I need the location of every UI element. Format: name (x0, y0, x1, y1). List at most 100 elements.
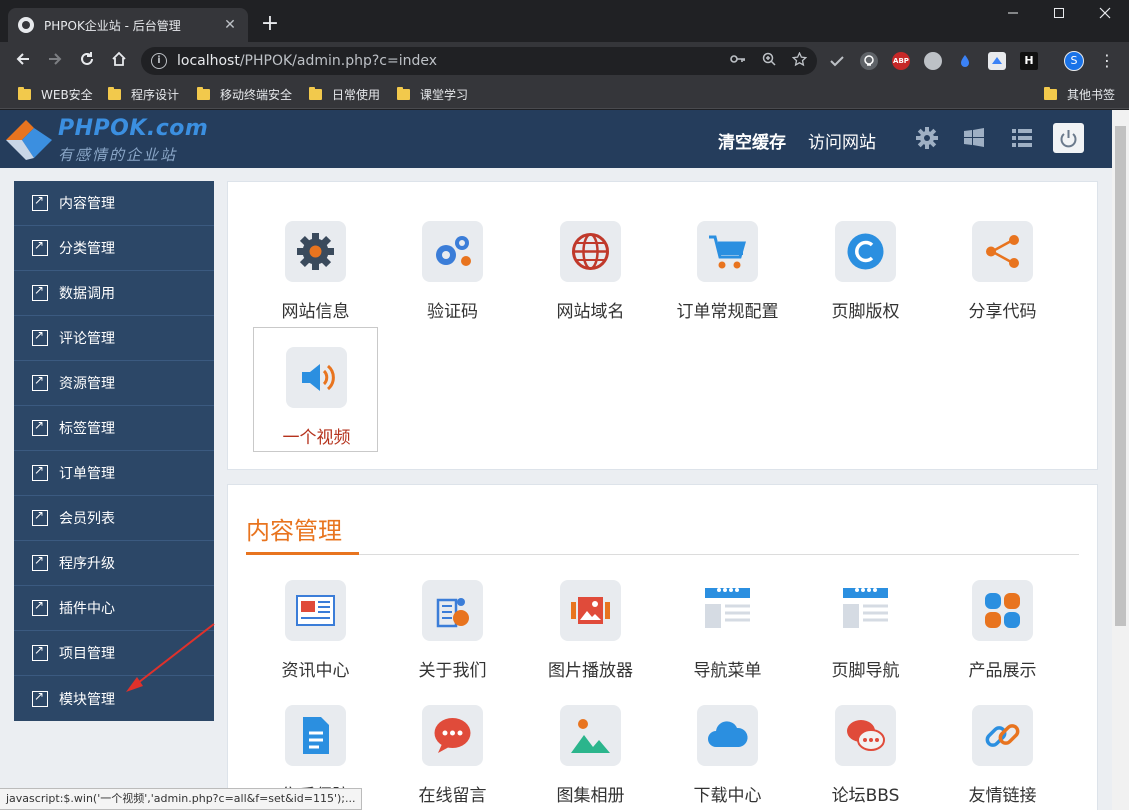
sidebar-item-modules[interactable]: 模块管理 (14, 676, 214, 721)
external-link-icon (32, 463, 48, 481)
tile-nav-menu[interactable]: 导航菜单 (665, 561, 790, 686)
new-tab-button[interactable]: + (258, 12, 282, 36)
zoom-icon[interactable] (762, 52, 776, 70)
logout-button[interactable] (1053, 123, 1084, 153)
info-icon[interactable]: i (151, 53, 167, 69)
windows-icon[interactable] (962, 126, 986, 150)
close-icon (1099, 7, 1111, 19)
gear-icon[interactable] (915, 126, 939, 150)
logo-brand: PHPOK.com (58, 116, 209, 141)
star-icon[interactable] (791, 50, 808, 71)
bookmark-web-security[interactable]: WEB安全 (18, 86, 93, 103)
external-link-icon (32, 598, 48, 616)
tile-photo-album[interactable]: 图集相册 (528, 686, 653, 810)
sidebar-item-content[interactable]: 内容管理 (14, 181, 214, 226)
tile-share-code[interactable]: 分享代码 (940, 202, 1065, 327)
tile-forum-bbs[interactable]: 论坛BBS (803, 686, 928, 810)
bookmarks-bar: WEB安全 程序设计 移动终端安全 日常使用 课堂学习 其他书签 (0, 80, 1129, 109)
document-icon (303, 717, 329, 754)
bookmark-programming[interactable]: 程序设计 (108, 86, 179, 103)
tile-product-showcase[interactable]: 产品展示 (940, 561, 1065, 686)
external-link-icon (32, 193, 48, 211)
external-link-icon (32, 328, 48, 346)
section-divider (246, 552, 1079, 555)
sidebar-item-orders[interactable]: 订单管理 (14, 451, 214, 496)
logo-mark-icon (6, 120, 52, 160)
close-window-button[interactable] (1082, 0, 1128, 30)
sidebar-item-resources[interactable]: 资源管理 (14, 361, 214, 406)
address-bar[interactable]: i localhost/PHPOK/admin.php?c=index (141, 47, 817, 75)
external-link-icon (32, 238, 48, 256)
content-panel: 内容管理 资讯中心 关于我们 图片播放器 导航菜单 页脚导航 产品展示 在线留言… (227, 484, 1098, 810)
minimize-button[interactable] (990, 0, 1036, 30)
bird-extension-icon[interactable] (988, 52, 1006, 70)
tile-footer-copyright[interactable]: 页脚版权 (803, 202, 928, 327)
tile-guestbook[interactable]: 在线留言 (390, 686, 515, 810)
folder-icon (1044, 87, 1057, 100)
back-arrow-icon (16, 53, 29, 65)
sidebar-item-members[interactable]: 会员列表 (14, 496, 214, 541)
tile-news-center[interactable]: 资讯中心 (253, 561, 378, 686)
sidebar-item-plugins[interactable]: 插件中心 (14, 586, 214, 631)
page-viewport: PHPOK.com 有感情的企业站 清空缓存 访问网站 ↗ 内容管理 ↗ 分类管… (0, 110, 1129, 810)
folder-icon (309, 87, 322, 100)
home-icon (112, 51, 126, 66)
visit-site-link[interactable]: 访问网站 (808, 128, 876, 153)
external-link-icon (32, 689, 48, 707)
clear-cache-link[interactable]: 清空缓存 (718, 128, 786, 153)
drop-extension-icon[interactable] (956, 52, 974, 70)
globe-extension-icon[interactable] (924, 52, 942, 70)
tile-download-center[interactable]: 下载中心 (665, 686, 790, 810)
browser-titlebar: PHPOK企业站 - 后台管理 ✕ + (0, 0, 1129, 42)
bookmark-daily[interactable]: 日常使用 (309, 86, 380, 103)
tile-captcha[interactable]: 验证码 (390, 202, 515, 327)
lightbulb-extension-icon[interactable] (860, 52, 878, 70)
menu-dots-icon[interactable]: ⋮ (1098, 52, 1116, 70)
back-button[interactable] (12, 50, 34, 72)
copyright-icon (847, 233, 884, 270)
tile-site-info[interactable]: 网站信息 (253, 202, 378, 327)
h-extension-icon[interactable]: H (1020, 52, 1038, 70)
check-extension-icon[interactable] (828, 52, 846, 70)
tile-about-us[interactable]: 关于我们 (390, 561, 515, 686)
tile-video[interactable]: 一个视频 (253, 327, 378, 452)
tile-domain[interactable]: 网站域名 (528, 202, 653, 327)
bookmark-classroom[interactable]: 课堂学习 (397, 86, 468, 103)
page-scrollbar[interactable] (1112, 110, 1129, 810)
sidebar-item-category[interactable]: 分类管理 (14, 226, 214, 271)
globe-icon (572, 233, 609, 270)
browser-tab[interactable]: PHPOK企业站 - 后台管理 ✕ (8, 8, 248, 42)
url-text: localhost/PHPOK/admin.php?c=index (177, 53, 714, 69)
image-slider-icon (571, 597, 610, 624)
logo-slogan: 有感情的企业站 (58, 146, 178, 164)
sidebar-item-projects[interactable]: 项目管理 (14, 631, 214, 676)
chat-bubbles-icon (847, 720, 885, 751)
scrollbar-thumb[interactable] (1115, 126, 1126, 626)
chat-bubble-icon (434, 718, 471, 753)
tile-order-config[interactable]: 订单常规配置 (665, 202, 790, 327)
list-icon[interactable] (1010, 126, 1034, 150)
site-logo[interactable]: PHPOK.com 有感情的企业站 (4, 114, 244, 164)
grid-blocks-icon (985, 593, 1020, 628)
profile-avatar[interactable]: S (1064, 51, 1084, 71)
sidebar-item-comments[interactable]: 评论管理 (14, 316, 214, 361)
sidebar-item-tags[interactable]: 标签管理 (14, 406, 214, 451)
section-title: 内容管理 (246, 517, 342, 545)
sidebar-item-upgrade[interactable]: 程序升级 (14, 541, 214, 586)
home-button[interactable] (108, 50, 130, 72)
bookmark-mobile-security[interactable]: 移动终端安全 (197, 86, 292, 103)
reload-button[interactable] (76, 50, 98, 72)
maximize-button[interactable] (1036, 0, 1082, 30)
adblock-extension-icon[interactable]: ABP (892, 52, 910, 70)
reload-icon (81, 52, 93, 65)
chrome-icon (18, 17, 34, 33)
other-bookmarks[interactable]: 其他书签 (1044, 86, 1115, 103)
key-icon[interactable] (730, 53, 746, 69)
share-icon (986, 235, 1019, 268)
forward-button[interactable] (44, 50, 66, 72)
sidebar-item-data-call[interactable]: 数据调用 (14, 271, 214, 316)
tab-close-icon[interactable]: ✕ (222, 17, 238, 33)
tile-footer-nav[interactable]: 页脚导航 (803, 561, 928, 686)
tile-friend-links[interactable]: 友情链接 (940, 686, 1065, 810)
tile-image-player[interactable]: 图片播放器 (528, 561, 653, 686)
